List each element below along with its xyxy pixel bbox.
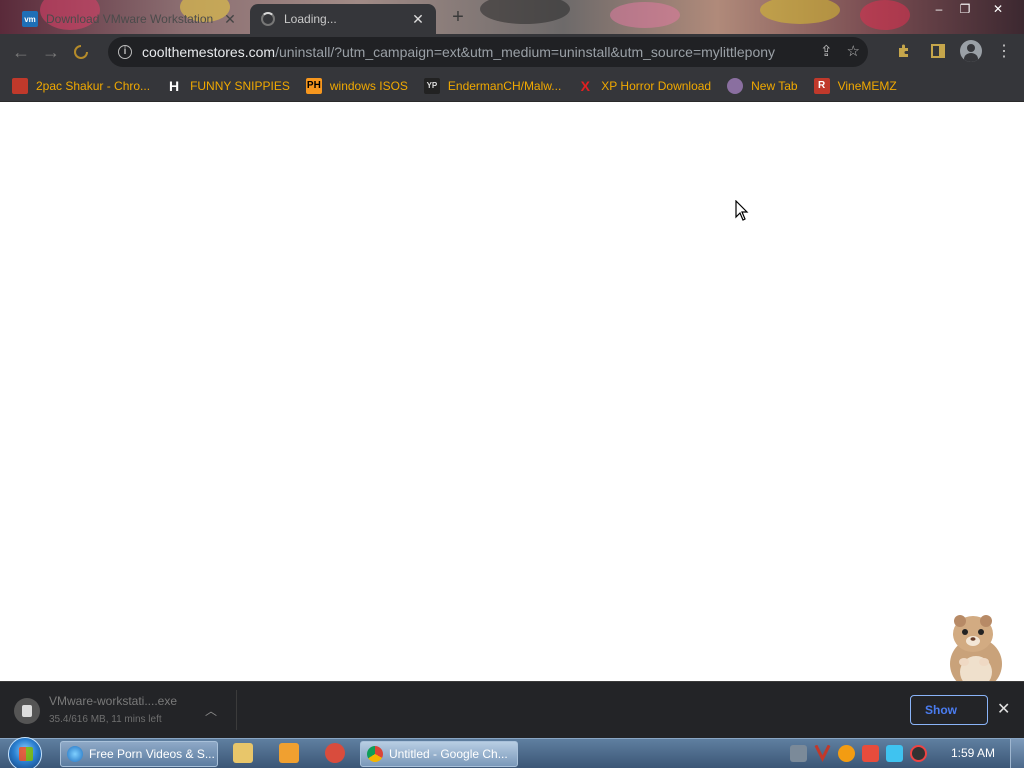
taskbar-item-label: Free Porn Videos & S... — [89, 747, 215, 761]
divider — [236, 690, 237, 730]
loading-spinner-icon — [260, 11, 276, 27]
bookmark-2pac[interactable]: 2pac Shakur - Chro... — [12, 77, 151, 94]
star-icon[interactable]: ☆ — [847, 42, 860, 60]
record-icon[interactable] — [910, 745, 927, 762]
show-all-button[interactable]: Show — [910, 695, 988, 725]
url-host: coolthemestores.com — [142, 44, 276, 60]
forward-button[interactable]: → — [36, 37, 66, 67]
folder-icon[interactable] — [233, 743, 253, 763]
close-window-button[interactable]: ✕ — [985, 0, 1011, 18]
monitor-icon[interactable] — [886, 745, 903, 762]
bookmark-label: FUNNY SNIPPIES — [190, 78, 290, 93]
chrome-icon — [367, 746, 383, 762]
address-bar[interactable]: i coolthemestores.com/uninstall/?utm_cam… — [108, 37, 868, 67]
show-desktop-button[interactable] — [1010, 739, 1024, 768]
bookmark-vinememz[interactable]: R VineMEMZ — [813, 77, 897, 94]
arrow-left-icon: ← — [12, 41, 30, 62]
profile-avatar[interactable] — [960, 40, 982, 62]
close-icon[interactable]: ✕ — [997, 699, 1010, 719]
bookmarks-bar: 2pac Shakur - Chro... H FUNNY SNIPPIES P… — [0, 70, 1024, 102]
bookmark-funny-snippies[interactable]: H FUNNY SNIPPIES — [166, 78, 290, 94]
bookmark-label: XP Horror Download — [601, 78, 712, 93]
tab-loading[interactable]: Loading... ✕ — [250, 4, 436, 34]
bookmark-endermanch[interactable]: YP EndermanCH/Malw... — [423, 77, 562, 94]
bookmark-label: windows ISOS — [329, 78, 408, 93]
globe-icon — [727, 77, 744, 94]
media-player-icon[interactable] — [279, 743, 299, 763]
bookmark-label: 2pac Shakur - Chro... — [36, 78, 151, 93]
stop-loading-button[interactable] — [66, 37, 96, 67]
r-icon: R — [813, 77, 830, 94]
bookmark-windows-isos[interactable]: PH windows ISOS — [305, 77, 408, 94]
download-filename: VMware-workstati....exe — [49, 694, 178, 708]
chevron-up-icon[interactable]: ︿ — [205, 702, 217, 719]
page-content — [0, 102, 1024, 681]
loading-spinner-icon — [74, 45, 88, 59]
start-button[interactable] — [8, 737, 42, 768]
flag-icon[interactable] — [862, 745, 879, 762]
download-item[interactable]: VMware-workstati....exe 35.4/616 MB, 11 … — [14, 692, 236, 730]
bookmark-label: EndermanCH/Malw... — [447, 78, 562, 93]
taskbar-item-ie[interactable]: Free Porn Videos & S... — [60, 741, 218, 767]
app-icon[interactable] — [325, 743, 345, 763]
tab-close-icon[interactable]: ✕ — [222, 11, 238, 28]
tab-title: Loading... — [284, 12, 337, 26]
ph-icon: PH — [305, 77, 322, 94]
search-icon[interactable] — [838, 745, 855, 762]
tab-strip: vm Download VMware Workstation ✕ Loading… — [0, 0, 1024, 34]
v-icon[interactable] — [814, 745, 831, 762]
toolbar: ← → i coolthemestores.com/uninstall/?utm… — [0, 34, 1024, 70]
side-panel-icon — [931, 44, 945, 58]
system-tray — [790, 745, 927, 762]
bookmark-new-tab[interactable]: New Tab — [727, 77, 798, 94]
menu-kebab-icon[interactable]: ⋮ — [992, 39, 1016, 63]
puzzle-icon — [899, 44, 908, 57]
extensions-button[interactable] — [892, 39, 916, 63]
maximize-button[interactable]: ❐ — [952, 0, 978, 18]
taskbar-item-label: Untitled - Google Ch... — [389, 747, 508, 761]
minimize-button[interactable]: – — [926, 0, 952, 18]
h-icon: H — [169, 77, 180, 94]
hamster-pet-icon — [950, 615, 1002, 690]
download-status: 35.4/616 MB, 11 mins left — [49, 714, 162, 725]
bookmark-label: VineMEMZ — [837, 78, 897, 93]
new-tab-button[interactable]: + — [446, 6, 470, 28]
clock[interactable]: 1:59 AM — [951, 746, 995, 760]
ie-icon — [67, 746, 83, 762]
bookmark-xp-horror[interactable]: X XP Horror Download — [577, 77, 712, 94]
side-panel-button[interactable] — [926, 39, 950, 63]
x-icon: X — [580, 77, 590, 94]
tab-vmware[interactable]: vm Download VMware Workstation ✕ — [12, 4, 248, 34]
taskbar: Free Porn Videos & S... Untitled - Googl… — [0, 737, 1024, 768]
back-button[interactable]: ← — [6, 37, 36, 67]
download-bar: VMware-workstati....exe 35.4/616 MB, 11 … — [0, 681, 1024, 738]
share-icon[interactable]: ⇪ — [820, 42, 833, 60]
url-text[interactable]: coolthemestores.com/uninstall/?utm_campa… — [142, 44, 775, 60]
arrow-right-icon: → — [42, 41, 60, 62]
taskbar-item-chrome[interactable]: Untitled - Google Ch... — [360, 741, 518, 767]
bookmark-label: New Tab — [751, 78, 798, 93]
info-icon[interactable]: i — [118, 45, 132, 59]
file-icon — [14, 698, 40, 724]
mouse-pointer-icon — [735, 200, 749, 221]
yp-icon: YP — [423, 77, 440, 94]
tab-title: Download VMware Workstation — [46, 12, 214, 26]
vmware-icon: vm — [22, 11, 38, 27]
app-icon — [12, 77, 28, 94]
tab-close-icon[interactable]: ✕ — [410, 11, 426, 28]
url-path: /uninstall/?utm_campaign=ext&utm_medium=… — [275, 44, 776, 60]
screen: vm Download VMware Workstation ✕ Loading… — [0, 0, 1024, 768]
network-icon[interactable] — [790, 745, 807, 762]
